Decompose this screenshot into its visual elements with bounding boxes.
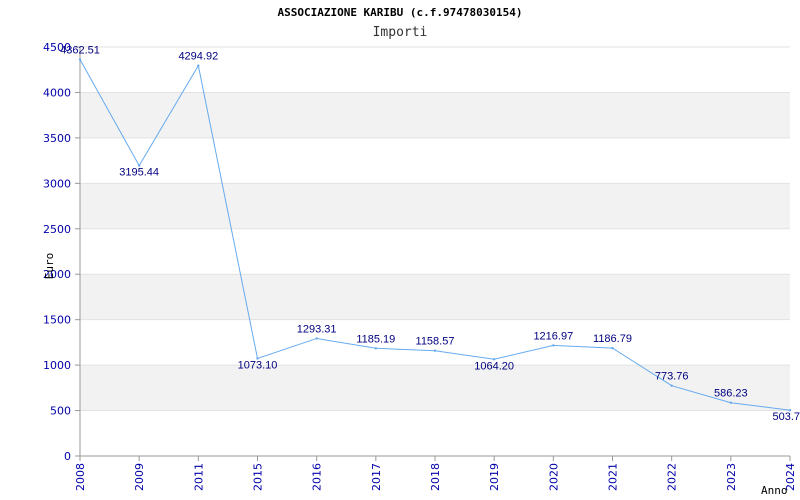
data-label: 1185.19 (356, 333, 395, 345)
data-label: 1293.31 (297, 323, 337, 335)
data-label: 4362.51 (60, 44, 100, 56)
x-tick-labels: 2008 2009 2011 2015 2016 2017 2018 2019 2020 2021… (74, 463, 797, 491)
data-point (670, 384, 673, 387)
grid-band (80, 92, 790, 138)
x-tick-label: 2019 (488, 463, 501, 491)
x-tick-label: 2017 (370, 463, 383, 491)
x-tick-label: 2020 (547, 463, 560, 491)
data-label: 4294.92 (178, 51, 218, 63)
y-axis-label: Euro (43, 253, 56, 280)
x-tick-label: 2015 (252, 463, 265, 491)
x-tick-label: 2009 (133, 463, 146, 491)
data-label: 1073.10 (238, 359, 278, 371)
y-tick-label: 500 (50, 405, 71, 418)
y-tick-label: 3500 (43, 132, 71, 145)
line-chart: 050010001500200025003000350040004500 200… (43, 41, 800, 497)
x-tick-label: 2022 (666, 463, 679, 491)
x-axis-label: Anno (761, 484, 788, 497)
data-label: 773.76 (655, 371, 689, 383)
data-point (374, 347, 378, 350)
data-label: 1216.97 (533, 330, 573, 342)
x-tick-label: 2021 (607, 463, 620, 491)
data-point (315, 337, 318, 340)
data-point (552, 344, 555, 347)
data-point (78, 58, 82, 61)
x-tick-label: 2016 (311, 463, 324, 491)
x-tick-label: 2011 (192, 463, 205, 491)
y-tick-label: 1500 (43, 314, 71, 327)
data-point (611, 346, 614, 350)
x-tick-label: 2008 (74, 463, 87, 491)
y-tick-label: 4000 (43, 86, 71, 99)
y-tick-labels: 050010001500200025003000350040004500 (43, 41, 71, 463)
grid-band (80, 183, 790, 229)
x-tick-label: 2018 (429, 463, 442, 491)
data-label: 1158.57 (416, 336, 455, 348)
data-label: 503.7 (772, 411, 800, 423)
data-point (197, 64, 200, 67)
y-tick-label: 1000 (43, 359, 71, 372)
data-label: 586.23 (714, 388, 748, 400)
data-point (729, 401, 733, 404)
data-label: 3195.44 (119, 167, 159, 179)
y-tick-label: 3000 (43, 177, 71, 190)
grid-bands (80, 92, 790, 411)
data-label: 1064.20 (474, 360, 514, 372)
grid-band (80, 274, 790, 320)
y-tick-label: 0 (64, 450, 71, 463)
data-label: 1186.79 (593, 333, 632, 345)
y-tick-label: 2500 (43, 223, 71, 236)
data-point (433, 349, 437, 352)
x-tick-label: 2023 (725, 463, 738, 491)
